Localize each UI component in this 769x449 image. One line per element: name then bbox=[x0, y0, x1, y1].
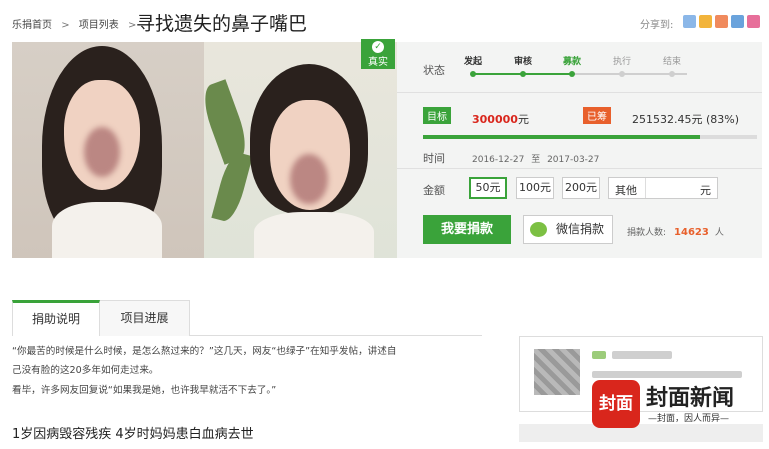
status-dot bbox=[470, 71, 476, 77]
wechat-icon bbox=[530, 222, 547, 237]
wechat-donate-button[interactable]: 微信捐款 bbox=[523, 215, 613, 244]
cover-news-logo: 封面 bbox=[592, 380, 640, 428]
content-tabs: 捐助说明 项目进展 bbox=[12, 300, 482, 336]
donate-button[interactable]: 我要捐款 bbox=[423, 215, 511, 244]
weibo-icon[interactable] bbox=[683, 15, 696, 28]
story-paragraph: 己没有脸的这20多年如何走过来。 bbox=[12, 365, 159, 376]
status-label: 状态 bbox=[423, 64, 445, 77]
goal-amount: 300000元 bbox=[472, 111, 529, 127]
page-title: 寻找遗失的鼻子嘴巴 bbox=[136, 13, 308, 35]
amount-option-200[interactable]: 200元 bbox=[562, 177, 600, 199]
qzone-icon[interactable] bbox=[699, 15, 712, 28]
start-date: 2016-12-27 bbox=[472, 155, 525, 165]
donor-count-value: 14623 bbox=[674, 227, 709, 238]
donor-count-unit: 人 bbox=[714, 228, 724, 238]
blurred-text bbox=[592, 351, 606, 359]
section-title: 1岁因病毁容残疾 4岁时妈妈患白血病去世 bbox=[12, 427, 254, 442]
other-amount-unit: 元 bbox=[700, 184, 711, 197]
photo-blur bbox=[290, 154, 328, 204]
photo-figure bbox=[254, 212, 374, 258]
blurred-text bbox=[592, 371, 742, 378]
fundraising-progress-bar bbox=[423, 135, 757, 139]
cover-news-watermark: 封面 封面新闻 —封面，因人而异— bbox=[592, 380, 768, 428]
photo-plant bbox=[211, 150, 253, 224]
status-step-review: 审核 bbox=[514, 57, 533, 67]
project-photo bbox=[204, 42, 397, 258]
renren-icon[interactable] bbox=[731, 15, 744, 28]
end-date: 2017-03-27 bbox=[547, 155, 600, 165]
status-step-start: 发起 bbox=[464, 57, 483, 67]
other-amount-label: 其他 bbox=[615, 184, 637, 197]
breadcrumb-project-list-link[interactable]: 项目列表 bbox=[79, 16, 119, 31]
share-label: 分享到: bbox=[640, 20, 674, 31]
breadcrumb: 乐捐首页 > 项目列表 > bbox=[12, 16, 142, 31]
more-icon[interactable] bbox=[747, 15, 760, 28]
other-amount-field: 其他 元 bbox=[608, 177, 718, 199]
share-icons bbox=[683, 15, 760, 28]
avatar bbox=[534, 349, 580, 395]
tab-donation-description[interactable]: 捐助说明 bbox=[12, 300, 100, 336]
donor-count-label: 捐款人数: bbox=[627, 228, 667, 238]
verified-badge: ✓ 真实 bbox=[361, 39, 395, 69]
project-dates: 2016-12-27 至 2017-03-27 bbox=[472, 152, 599, 165]
goal-unit: 元 bbox=[517, 113, 529, 126]
amount-option-50[interactable]: 50元 bbox=[469, 177, 507, 199]
story-paragraph: 看毕，许多网友回复说“如果我是她，也许我早就活不下去了。” bbox=[12, 385, 277, 396]
story-paragraph: “你最苦的时候是什么时候，是怎么熬过来的？”这几天，网友“也绿子”在知乎发帖，讲… bbox=[12, 346, 397, 357]
photo-blur bbox=[84, 127, 120, 177]
photo-plant bbox=[204, 79, 253, 165]
qq-icon[interactable] bbox=[715, 15, 728, 28]
status-dot bbox=[569, 71, 575, 77]
goal-tag: 目标 bbox=[423, 107, 451, 124]
raised-tag: 已筹 bbox=[583, 107, 611, 124]
time-label: 时间 bbox=[423, 152, 445, 165]
amount-label: 金额 bbox=[423, 184, 445, 197]
wechat-donate-label: 微信捐款 bbox=[556, 222, 605, 236]
status-step-fundraising: 募款 bbox=[563, 57, 582, 67]
header: 乐捐首页 > 项目列表 > 寻找遗失的鼻子嘴巴 分享到: bbox=[0, 0, 769, 40]
verified-label: 真实 bbox=[368, 57, 388, 68]
goal-amount-value: 300000 bbox=[472, 113, 518, 126]
cover-news-slogan: —封面，因人而异— bbox=[648, 414, 730, 424]
status-dot bbox=[520, 71, 526, 77]
divider bbox=[397, 92, 762, 93]
progress-fill bbox=[423, 135, 701, 139]
status-step-execution: 执行 bbox=[613, 57, 632, 67]
status-step-end: 结束 bbox=[663, 57, 682, 67]
amount-option-100[interactable]: 100元 bbox=[516, 177, 554, 199]
project-photo bbox=[12, 42, 204, 258]
status-dot bbox=[619, 71, 625, 77]
status-track bbox=[472, 73, 687, 75]
project-photos bbox=[12, 42, 397, 258]
divider bbox=[397, 168, 762, 169]
breadcrumb-home-link[interactable]: 乐捐首页 bbox=[12, 16, 52, 31]
date-separator: 至 bbox=[531, 155, 541, 165]
cover-news-name: 封面新闻 bbox=[646, 386, 735, 411]
blurred-text bbox=[612, 351, 672, 359]
tab-project-progress[interactable]: 项目进展 bbox=[100, 300, 190, 336]
breadcrumb-separator: > bbox=[61, 20, 70, 31]
photo-figure bbox=[52, 202, 162, 258]
donor-count: 捐款人数: 14623 人 bbox=[627, 225, 724, 238]
status-dot bbox=[669, 71, 675, 77]
raised-amount: 251532.45元 (83%) bbox=[632, 113, 740, 126]
check-icon: ✓ bbox=[372, 41, 384, 53]
